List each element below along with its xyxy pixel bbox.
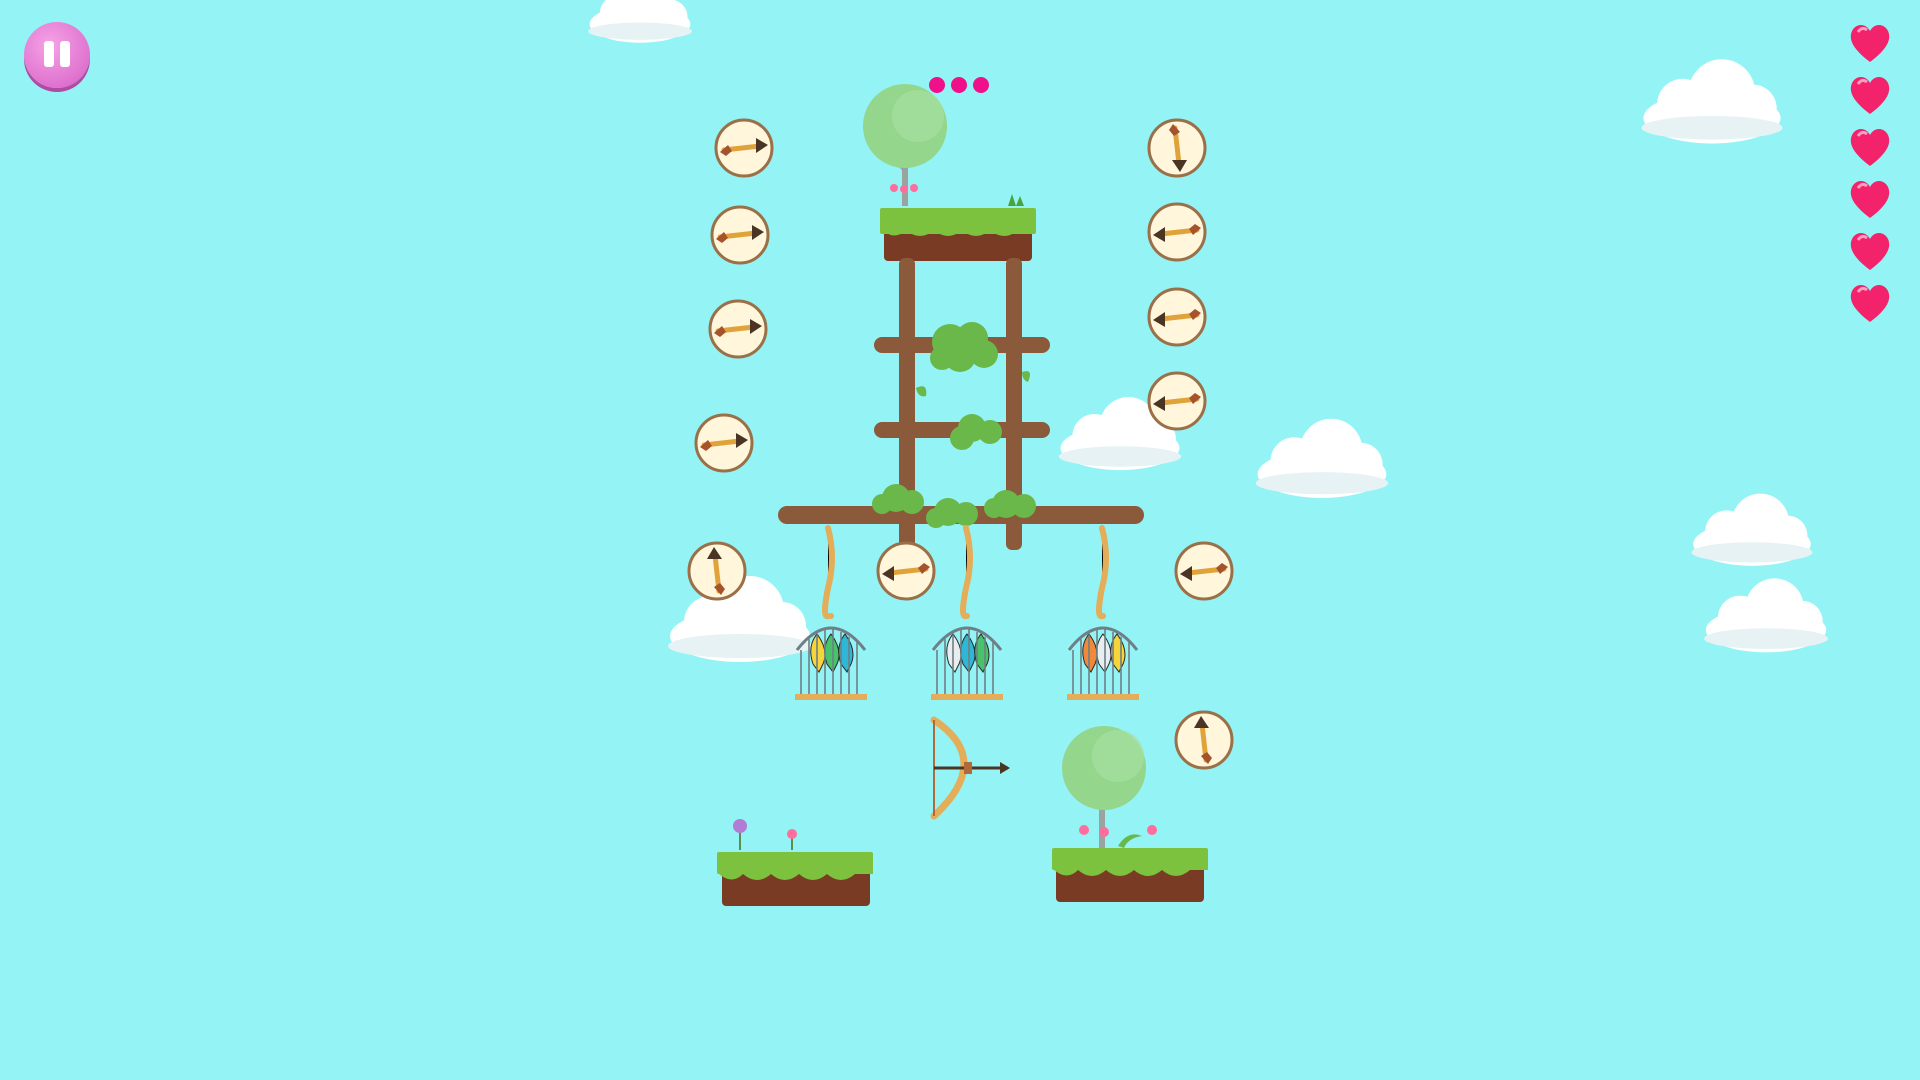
bird-cages [795,613,1139,700]
right-grass-platform [1052,848,1208,902]
ground-tree [1062,726,1157,850]
arrow-token-up[interactable] [1174,710,1234,770]
arrow-token-right[interactable] [708,299,768,359]
cloud [1255,418,1389,498]
white-bird [946,633,962,673]
hanging-ropes [822,525,1109,620]
yellow-bird [810,633,826,673]
cloud [1691,493,1813,566]
green-bird [824,633,840,673]
blue-bird [960,633,976,673]
progress-dot [973,77,989,93]
arrow-token-right[interactable] [694,413,754,473]
cloud [588,0,692,43]
top-grass-platform [880,208,1036,261]
bow[interactable] [930,716,1010,820]
left-grass-platform [717,852,873,906]
progress-dot [951,77,967,93]
progress-dot [929,77,945,93]
cloud [1641,59,1783,144]
white-bird [1096,633,1112,673]
level-progress-dots [929,77,989,93]
arrow-token-left[interactable] [1147,371,1207,431]
arrow-token-right[interactable] [714,118,774,178]
cloud [1704,578,1828,653]
flowers [890,184,1024,206]
bird-cage[interactable] [1067,613,1139,700]
game-scene [588,0,1828,906]
arrow-token-left[interactable] [876,541,936,601]
ground-flowers [733,819,797,850]
arrow-token-left[interactable] [1147,287,1207,347]
bird-cage[interactable] [931,613,1003,700]
arrow-token-left[interactable] [1174,541,1234,601]
arrow-token-right[interactable] [710,205,770,265]
arrow-token-left[interactable] [1147,202,1207,262]
arrow-token-down[interactable] [1147,118,1207,178]
arrow-token-up[interactable] [687,541,747,601]
orange-bird [1082,633,1098,673]
